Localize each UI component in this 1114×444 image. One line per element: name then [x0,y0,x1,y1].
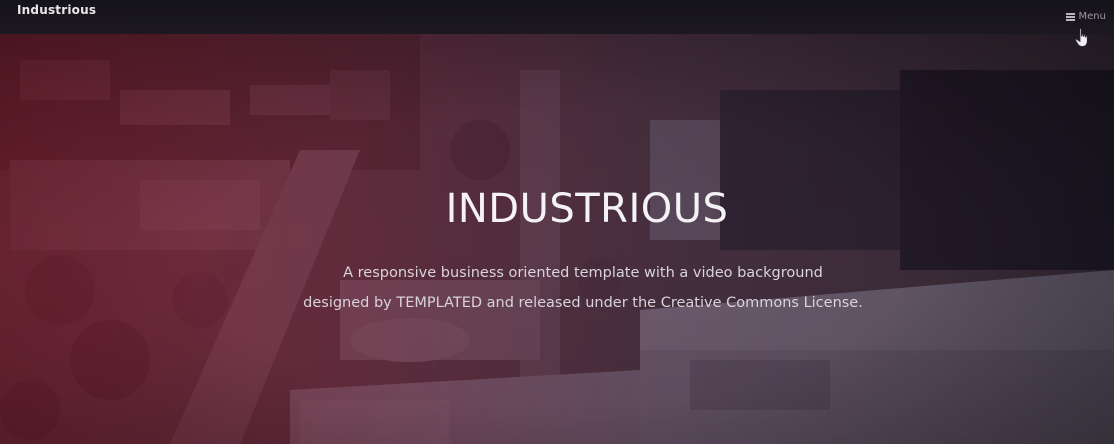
page: Industrious Menu INDUSTRIOUS A responsiv… [0,0,1114,444]
menu-label: Menu [1078,11,1106,22]
hero-description-line-1: A responsive business oriented template … [343,265,823,281]
hand-cursor-icon [1075,28,1088,47]
vignette-overlay [0,30,1114,444]
brand-logo[interactable]: Industrious [17,3,96,17]
hero-description: A responsive business oriented template … [230,258,936,318]
site-header: Industrious Menu [0,0,1114,34]
hero-title: INDUSTRIOUS [445,186,729,232]
hero-description-line-2: designed by TEMPLATED and released under… [303,295,863,311]
hero-banner: INDUSTRIOUS A responsive business orient… [0,30,1114,444]
hamburger-icon [1065,12,1075,21]
menu-button[interactable]: Menu [1065,11,1106,22]
